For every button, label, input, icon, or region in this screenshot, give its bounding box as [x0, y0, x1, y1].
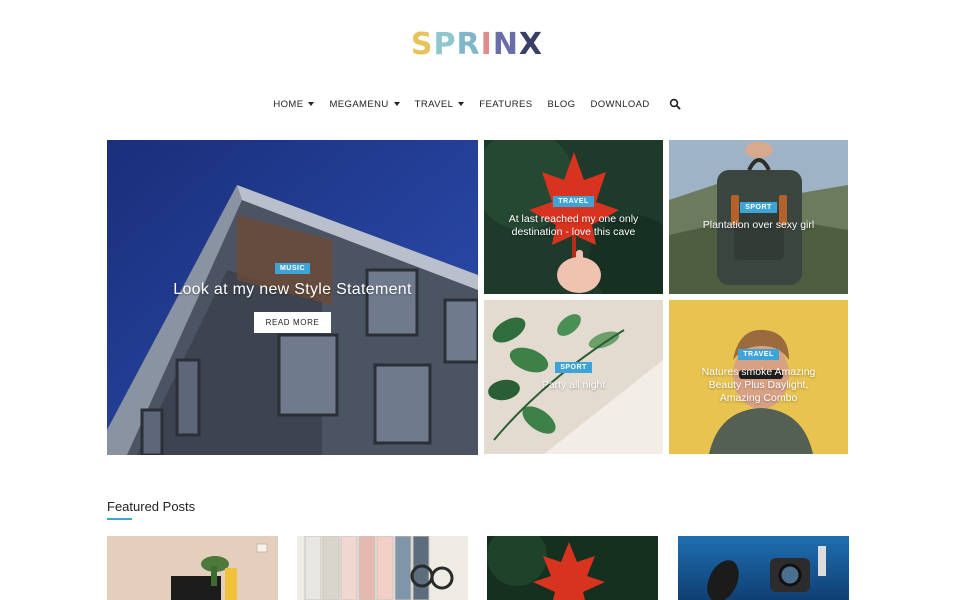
post-overlay: TRAVEL Natures smoke Amazing Beauty Plus… [669, 300, 848, 454]
read-more-button[interactable]: READ MORE [253, 311, 332, 333]
category-badge[interactable]: TRAVEL [738, 349, 779, 360]
featured-post-thumb[interactable] [678, 536, 849, 600]
category-badge[interactable]: MUSIC [274, 262, 311, 274]
logo-letter: R [456, 27, 481, 62]
logo-letter: S [410, 27, 434, 62]
caret-down-icon [308, 102, 315, 106]
category-badge[interactable]: SPORT [740, 202, 777, 213]
underwater-image [678, 536, 849, 600]
search-icon [669, 98, 681, 110]
nav-item-blog[interactable]: BLOG [547, 96, 575, 112]
post-overlay: SPORT Plantation over sexy girl [669, 140, 848, 294]
fabric-image [297, 536, 468, 600]
nav-item-features[interactable]: FEATURES [479, 96, 532, 112]
post-overlay: TRAVEL At last reached my one only desti… [484, 140, 663, 294]
nav-item-label: HOME [273, 98, 304, 110]
hero-post-tile[interactable]: SPORT Party all night [484, 300, 663, 454]
site-logo[interactable]: SPRINX [0, 26, 954, 66]
nav-item-label: TRAVEL [414, 98, 454, 110]
logo-text: SPRINX [411, 26, 543, 64]
logo-letter: I [480, 27, 493, 62]
nav-item-label: FEATURES [479, 98, 533, 110]
post-title[interactable]: At last reached my one only destination … [508, 213, 639, 239]
main-nav: HOME MEGAMENU TRAVEL FEATURES BLOG DOWNL… [0, 96, 954, 112]
nav-item-label: DOWNLOAD [590, 98, 650, 110]
logo-letter: N [492, 27, 519, 62]
caret-down-icon [458, 102, 465, 106]
section-heading: Featured Posts [107, 499, 196, 514]
nav-item-home[interactable]: HOME [273, 96, 315, 112]
hero-post-tile[interactable]: TRAVEL At last reached my one only desti… [484, 140, 663, 294]
post-title[interactable]: Plantation over sexy girl [703, 219, 814, 232]
post-title[interactable]: Party all night [542, 379, 606, 392]
logo-letter: X [518, 27, 544, 62]
hero-main-post[interactable]: MUSIC Look at my new Style Statement REA… [107, 140, 478, 455]
search-button[interactable] [665, 96, 681, 112]
maple-leaf-thumb-image [487, 536, 658, 600]
featured-post-thumb[interactable] [487, 536, 658, 600]
post-title[interactable]: Natures smoke Amazing Beauty Plus Daylig… [693, 366, 824, 405]
hero-post-tile[interactable]: SPORT Plantation over sexy girl [669, 140, 848, 294]
post-overlay: MUSIC Look at my new Style Statement REA… [107, 140, 478, 455]
nav-item-megamenu[interactable]: MEGAMENU [329, 96, 400, 112]
featured-post-thumb[interactable] [297, 536, 468, 600]
nav-item-download[interactable]: DOWNLOAD [590, 96, 649, 112]
nav-item-label: MEGAMENU [329, 98, 389, 110]
caret-down-icon [393, 102, 400, 106]
nav-item-label: BLOG [547, 98, 576, 110]
category-badge[interactable]: SPORT [555, 362, 592, 373]
post-title[interactable]: Look at my new Style Statement [173, 280, 411, 300]
post-overlay: SPORT Party all night [484, 300, 663, 454]
nav-item-travel[interactable]: TRAVEL [415, 96, 465, 112]
desk-image [107, 536, 278, 600]
heading-underline [107, 518, 132, 520]
logo-letter: P [433, 27, 457, 62]
category-badge[interactable]: TRAVEL [553, 195, 594, 207]
hero-post-tile[interactable]: TRAVEL Natures smoke Amazing Beauty Plus… [669, 300, 848, 454]
featured-post-thumb[interactable] [107, 536, 278, 600]
